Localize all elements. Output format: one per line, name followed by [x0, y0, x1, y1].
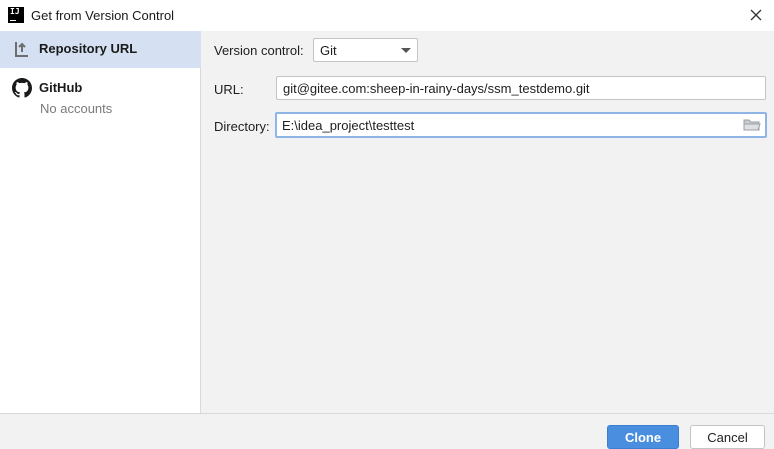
sidebar: Repository URL GitHub No accounts — [0, 31, 201, 413]
version-control-select[interactable]: Git — [313, 38, 418, 62]
folder-icon[interactable] — [743, 118, 761, 132]
directory-input[interactable] — [277, 114, 765, 136]
sidebar-item-github[interactable]: GitHub No accounts — [0, 71, 201, 119]
dialog-footer: Clone Cancel — [0, 413, 774, 449]
directory-field-container — [275, 112, 767, 138]
github-icon — [12, 78, 32, 98]
directory-label: Directory: — [214, 119, 270, 134]
sidebar-item-sublabel: No accounts — [40, 101, 113, 116]
url-label: URL: — [214, 82, 244, 97]
close-button[interactable] — [744, 4, 768, 26]
chevron-down-icon — [401, 48, 411, 53]
version-control-label: Version control: — [214, 43, 304, 58]
main-panel: Version control: Git URL: Directory: — [202, 31, 774, 413]
close-icon — [750, 9, 762, 21]
sidebar-item-label: GitHub — [39, 80, 83, 95]
window-title: Get from Version Control — [31, 8, 175, 23]
url-input[interactable] — [277, 77, 765, 99]
clone-button[interactable]: Clone — [607, 425, 679, 449]
sidebar-item-label: Repository URL — [39, 41, 138, 56]
intellij-idea-icon: IJ — [8, 7, 24, 23]
cancel-button[interactable]: Cancel — [690, 425, 765, 449]
version-control-value: Git — [320, 43, 337, 58]
url-field-container — [276, 76, 766, 100]
title-bar: IJ Get from Version Control — [0, 0, 774, 31]
repository-url-icon — [15, 42, 28, 57]
sidebar-item-repository-url[interactable]: Repository URL — [0, 31, 201, 68]
